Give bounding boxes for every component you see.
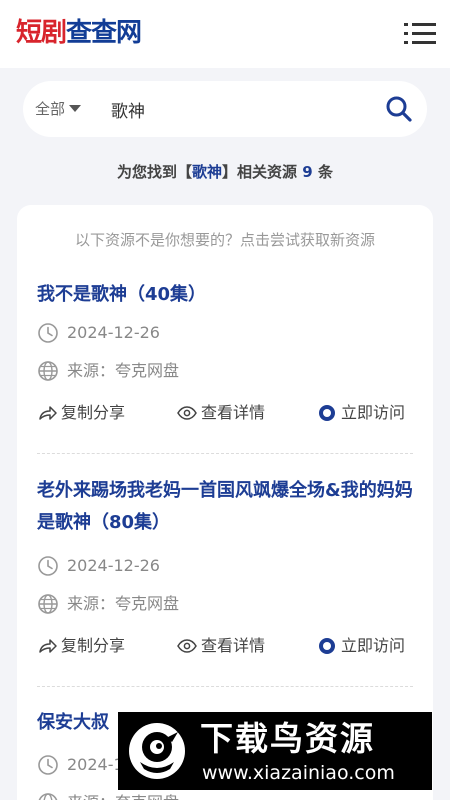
clock-icon <box>38 556 58 576</box>
globe-icon <box>38 361 58 381</box>
bird-logo-icon <box>129 723 185 779</box>
result-item: 我不是歌神（40集） 2024-12-26 来源：夸克网盘 复制分享 查看详情 … <box>37 275 413 435</box>
share-arrow-icon <box>39 639 57 653</box>
watermark-title: 下载鸟资源 <box>200 719 375 758</box>
category-dropdown[interactable]: 全部 <box>35 81 82 137</box>
visit-now-button[interactable]: 立即访问 <box>317 632 417 660</box>
clock-icon <box>38 323 58 343</box>
watermark-url: www.xiazainiao.com <box>202 762 395 784</box>
hamburger-menu-icon[interactable] <box>404 20 436 48</box>
result-date-text: 2024-12-26 <box>67 556 160 575</box>
result-item: 老外来踢场我老妈一首国风飒爆全场&我的妈妈是歌神（80集） 2024-12-26… <box>37 475 413 665</box>
watermark-banner: 下载鸟资源 www.xiazainiao.com <box>118 712 432 790</box>
eye-icon <box>177 639 197 653</box>
result-summary: 为您找到【歌神】相关资源 9 条 <box>0 158 450 186</box>
result-title[interactable]: 我不是歌神（40集） <box>37 279 413 311</box>
site-logo[interactable]: 短剧查查网 <box>16 14 142 52</box>
summary-suffix: 条 <box>317 163 333 181</box>
copy-share-button[interactable]: 复制分享 <box>37 632 157 660</box>
results-card: 以下资源不是你想要的？点击尝试获取新资源 我不是歌神（40集） 2024-12-… <box>17 205 433 800</box>
category-label: 全部 <box>35 100 66 118</box>
visit-now-button[interactable]: 立即访问 <box>317 399 417 427</box>
top-header: 短剧查查网 <box>0 0 450 68</box>
summary-prefix: 为您找到【 <box>117 163 193 181</box>
visit-now-label: 立即访问 <box>341 636 406 655</box>
result-title[interactable]: 老外来踢场我老妈一首国风飒爆全场&我的妈妈是歌神（80集） <box>37 475 413 539</box>
view-details-button[interactable]: 查看详情 <box>177 632 287 660</box>
result-source-text: 来源：夸克网盘 <box>67 361 180 380</box>
target-dot-icon <box>319 638 335 654</box>
view-details-button[interactable]: 查看详情 <box>177 399 287 427</box>
share-arrow-icon <box>39 406 57 420</box>
copy-share-label: 复制分享 <box>61 403 126 422</box>
result-date-text: 2024-12-26 <box>67 323 160 342</box>
divider <box>37 453 413 454</box>
globe-icon <box>38 594 58 614</box>
summary-middle: 】相关资源 <box>222 163 298 181</box>
result-actions: 复制分享 查看详情 立即访问 <box>37 399 413 427</box>
result-actions: 复制分享 查看详情 立即访问 <box>37 632 413 660</box>
search-input[interactable] <box>111 95 361 123</box>
search-bar: 全部 <box>23 81 427 137</box>
result-source-text: 来源：夸克网盘 <box>67 594 180 613</box>
copy-share-label: 复制分享 <box>61 636 126 655</box>
logo-text-part1: 短剧 <box>16 18 67 48</box>
eye-icon <box>177 406 197 420</box>
search-icon[interactable] <box>385 95 413 123</box>
summary-keyword: 歌神 <box>192 163 223 181</box>
copy-share-button[interactable]: 复制分享 <box>37 399 157 427</box>
result-source-text: 来源：夸克网盘 <box>67 791 179 800</box>
view-details-label: 查看详情 <box>201 636 266 655</box>
divider <box>37 686 413 687</box>
globe-icon <box>38 793 58 800</box>
logo-text-part2: 查查网 <box>66 18 142 48</box>
view-details-label: 查看详情 <box>201 403 266 422</box>
new-resource-hint-link[interactable]: 以下资源不是你想要的？点击尝试获取新资源 <box>17 229 433 250</box>
target-dot-icon <box>319 405 335 421</box>
caret-down-icon <box>69 105 82 112</box>
clock-icon <box>38 755 58 775</box>
summary-count: 9 <box>302 163 313 181</box>
visit-now-label: 立即访问 <box>341 403 406 422</box>
